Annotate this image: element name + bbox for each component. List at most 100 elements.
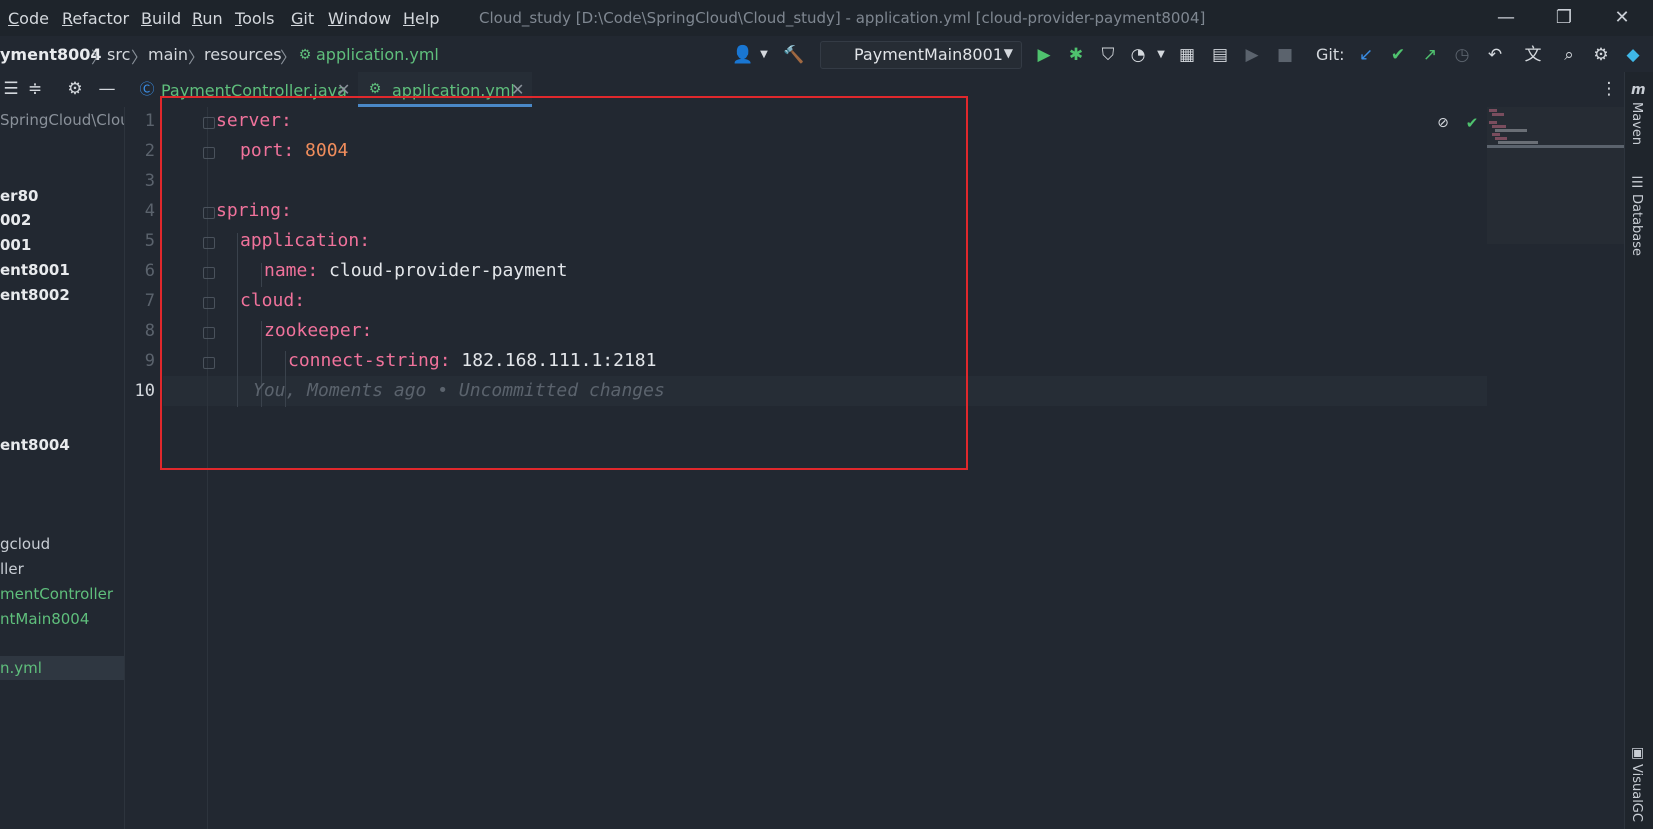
tree-item-module[interactable]: ent8004 <box>0 436 70 454</box>
menu-code-mnemonic: C <box>8 9 20 28</box>
build-hammer-icon[interactable]: 🔨 <box>783 44 805 66</box>
fold-marker-icon[interactable] <box>203 237 215 249</box>
collapse-all-icon[interactable]: ≑ <box>24 78 46 100</box>
git-commit-icon[interactable]: ✔ <box>1387 44 1409 66</box>
profile-icon[interactable]: ◔ <box>1127 44 1149 66</box>
git-update-icon[interactable]: ↙ <box>1355 44 1377 66</box>
breadcrumb-src[interactable]: src <box>107 45 130 64</box>
menu-refactor-label: efactor <box>72 9 130 28</box>
menu-window-mnemonic: W <box>328 9 344 28</box>
breadcrumb-main[interactable]: main <box>148 45 188 64</box>
maven-tool-button[interactable]: Maven <box>1629 102 1644 145</box>
breadcrumb-resources[interactable]: resources <box>204 45 282 64</box>
restore-button[interactable]: ❐ <box>1549 6 1579 30</box>
fold-marker-icon[interactable] <box>203 357 215 369</box>
chevron-down-icon[interactable]: ▼ <box>753 44 775 66</box>
menu-refactor[interactable]: Refactor <box>62 9 129 28</box>
tree-item-package[interactable]: gcloud <box>0 535 50 553</box>
chevron-down-icon[interactable]: ▼ <box>1150 44 1172 66</box>
inspection-ok-icon[interactable]: ✔ <box>1461 112 1483 134</box>
fold-marker-icon[interactable] <box>203 207 215 219</box>
line-number: 7 <box>144 291 155 311</box>
git-rollback-icon[interactable]: ↶ <box>1484 44 1506 66</box>
project-settings-gear-icon[interactable]: ⚙ <box>64 78 86 100</box>
code-minimap[interactable] <box>1487 107 1624 244</box>
fold-marker-icon[interactable] <box>203 147 215 159</box>
minimap-line <box>1492 133 1500 136</box>
database-tool-button[interactable]: Database <box>1629 194 1644 256</box>
debug-bug-icon[interactable]: ✱ <box>1065 44 1087 66</box>
hide-panel-icon[interactable]: — <box>96 78 118 100</box>
plugin-logo-icon[interactable]: ◆ <box>1622 44 1644 66</box>
run-configuration-select[interactable]: PaymentMain8001 ▼ <box>820 41 1022 69</box>
minimize-button[interactable]: — <box>1491 6 1521 30</box>
breadcrumb-module[interactable]: yment8004 <box>0 45 102 64</box>
tree-item-module[interactable]: ent8002 <box>0 286 70 304</box>
menu-window[interactable]: Window <box>328 9 391 28</box>
close-icon[interactable]: ✕ <box>511 80 524 99</box>
tree-item-package[interactable]: ller <box>0 560 24 578</box>
code-editor[interactable]: 1 2 3 4 5 6 7 8 9 10 server: port: 8004 … <box>125 107 1487 829</box>
expand-all-icon[interactable]: ☰ <box>0 78 22 100</box>
tab-paymentcontroller[interactable]: Ⓒ PaymentController.java ✕ <box>132 72 358 107</box>
breadcrumb-file[interactable]: application.yml <box>316 45 439 64</box>
menu-code[interactable]: Code <box>8 9 49 28</box>
fold-marker-icon[interactable] <box>203 267 215 279</box>
eye-hidden-icon[interactable]: ⊘ <box>1432 112 1454 134</box>
menu-tools[interactable]: Tools <box>235 9 274 28</box>
yaml-colon: : <box>294 290 306 311</box>
right-tool-strip: m Maven ☰ Database ▣ VisualGC <box>1624 72 1653 829</box>
menu-git-label: it <box>303 9 315 28</box>
close-icon[interactable]: ✕ <box>337 80 350 99</box>
menu-help[interactable]: Help <box>403 9 439 28</box>
user-profile-icon[interactable]: 👤 <box>732 44 754 66</box>
git-history-icon[interactable]: ◷ <box>1451 44 1473 66</box>
fold-marker-icon[interactable] <box>203 117 215 129</box>
search-icon[interactable]: ⌕ <box>1558 44 1580 66</box>
yaml-colon: : <box>281 200 292 221</box>
yaml-key: cloud <box>240 290 295 311</box>
minimap-line <box>1489 121 1497 124</box>
breadcrumb-separator: 〉 <box>91 48 108 67</box>
menu-code-label: ode <box>19 9 49 28</box>
maven-icon: m <box>1631 82 1646 98</box>
tab-application-yml[interactable]: ⚙ application.yml ✕ <box>358 72 532 107</box>
menu-run-mnemonic: R <box>192 9 203 28</box>
stop-icon[interactable]: ■ <box>1274 44 1296 66</box>
menu-run[interactable]: Run <box>192 9 223 28</box>
yaml-colon: : <box>283 140 306 161</box>
close-window-button[interactable]: ✕ <box>1607 6 1637 30</box>
build-project-icon[interactable]: ▦ <box>1176 44 1198 66</box>
code-line-5: application: <box>240 230 370 251</box>
fold-marker-icon[interactable] <box>203 327 215 339</box>
git-push-icon[interactable]: ↗ <box>1419 44 1441 66</box>
tree-item-module[interactable]: 002 <box>0 211 31 229</box>
fold-marker-icon[interactable] <box>203 297 215 309</box>
visualgc-tool-button[interactable]: VisualGC <box>1629 764 1644 822</box>
tree-item-class[interactable]: ntMain8004 <box>0 610 89 628</box>
java-class-icon: Ⓒ <box>139 80 155 98</box>
code-line-8: zookeeper: <box>264 320 372 341</box>
tree-item-file-selected[interactable]: n.yml <box>0 659 42 677</box>
tree-item-class[interactable]: mentController <box>0 585 113 603</box>
minimap-viewport[interactable] <box>1487 145 1624 148</box>
menu-build[interactable]: Build <box>141 9 181 28</box>
resume-icon[interactable]: ▶ <box>1241 44 1263 66</box>
more-options-icon[interactable]: ⋮ <box>1598 78 1620 100</box>
settings-gear-icon[interactable]: ⚙ <box>1590 44 1612 66</box>
breadcrumb-separator: 〉 <box>131 48 148 67</box>
coverage-shield-icon[interactable]: ⛉ <box>1097 44 1119 66</box>
tree-item-module[interactable]: ent8001 <box>0 261 70 279</box>
menu-git[interactable]: Git <box>291 9 314 28</box>
visualgc-icon: ▣ <box>1631 745 1645 761</box>
translate-icon[interactable]: 文 <box>1522 44 1544 66</box>
tree-item-module[interactable]: 001 <box>0 236 31 254</box>
line-number: 2 <box>144 141 155 161</box>
tree-item-module[interactable]: er80 <box>0 187 38 205</box>
run-icon[interactable]: ▶ <box>1033 44 1055 66</box>
code-line-2: port: 8004 <box>240 140 348 161</box>
build-artifacts-icon[interactable]: ▤ <box>1209 44 1231 66</box>
editor-tab-strip: ☰ ≑ ⚙ — Ⓒ PaymentController.java ✕ ⚙ app… <box>0 72 1653 108</box>
git-label: Git: <box>1316 45 1345 64</box>
indent-guide <box>261 263 262 287</box>
